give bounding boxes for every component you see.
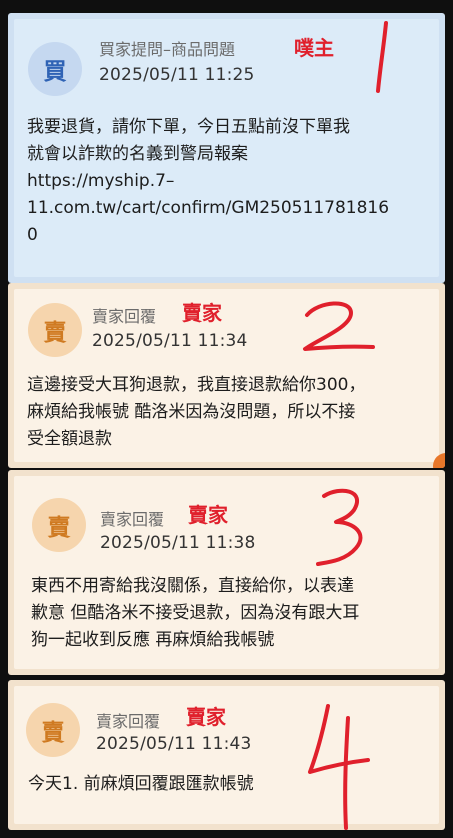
- message-line: 我要退貨，請你下單，今日五點前沒下單我: [27, 117, 350, 137]
- message-line: https://myship.7–: [27, 171, 175, 191]
- handwritten-number-mark: [303, 301, 375, 351]
- message-card-inner: 賣 賣家回覆 賣家 2025/05/11 11:34 這邊接受大耳狗退款，我直接…: [14, 289, 439, 462]
- message-line: 今天1. 前麻煩回覆跟匯款帳號: [28, 774, 254, 794]
- message-line: 麻煩給我帳號 酷洛米因為沒問題，所以不接: [27, 402, 356, 422]
- message-card-inner: 賣 賣家回覆 賣家 2025/05/11 11:38 東西不用寄給我沒關係，直接…: [14, 476, 439, 669]
- message-card-buyer: 買 買家提問–商品問題 噗主 2025/05/11 11:25 我要退貨，請你下…: [8, 13, 445, 283]
- message-role-label: 賣家回覆: [100, 510, 165, 529]
- seller-avatar: 賣: [26, 703, 80, 757]
- seller-avatar: 賣: [28, 303, 82, 357]
- message-text: 今天1. 前麻煩回覆跟匯款帳號: [28, 771, 254, 798]
- message-timestamp: 2025/05/11 11:34: [92, 331, 248, 351]
- message-line: 東西不用寄給我沒關係，直接給你，以表達: [31, 576, 354, 596]
- handwritten-annotation: 噗主: [294, 36, 334, 60]
- handwritten-number-mark: [316, 488, 363, 566]
- message-card-inner: 買 買家提問–商品問題 噗主 2025/05/11 11:25 我要退貨，請你下…: [14, 19, 439, 277]
- message-timestamp: 2025/05/11 11:25: [99, 65, 255, 85]
- message-text: 東西不用寄給我沒關係，直接給你，以表達 歉意 但酷洛米不接受退款，因為沒有跟大耳…: [31, 573, 359, 654]
- message-text: 這邊接受大耳狗退款，我直接退款給你300， 麻煩給我帳號 酷洛米因為沒問題，所以…: [27, 372, 365, 453]
- message-timestamp: 2025/05/11 11:38: [100, 533, 256, 553]
- message-card-inner: 賣 賣家回覆 賣家 2025/05/11 11:43 今天1. 前麻煩回覆跟匯款…: [14, 686, 439, 830]
- message-card-seller: 賣 賣家回覆 賣家 2025/05/11 11:34 這邊接受大耳狗退款，我直接…: [8, 283, 445, 468]
- message-line: 狗一起收到反應 再麻煩給我帳號: [31, 630, 275, 650]
- handwritten-number-mark: [308, 704, 370, 830]
- handwritten-annotation: 賣家: [186, 705, 226, 729]
- message-role-label: 賣家回覆: [96, 712, 161, 731]
- message-line: 受全額退款: [27, 429, 112, 449]
- message-card-seller: 賣 賣家回覆 賣家 2025/05/11 11:38 東西不用寄給我沒關係，直接…: [8, 470, 445, 675]
- message-role-label: 買家提問–商品問題: [99, 40, 236, 59]
- message-line: 歉意 但酷洛米不接受退款，因為沒有跟大耳: [31, 603, 360, 623]
- message-card-seller: 賣 賣家回覆 賣家 2025/05/11 11:43 今天1. 前麻煩回覆跟匯款…: [8, 680, 445, 830]
- seller-avatar: 賣: [32, 498, 86, 552]
- message-line: 11.com.tw/cart/confirm/GM250511781816: [27, 198, 390, 218]
- message-text: 我要退貨，請你下單，今日五點前沒下單我 就會以詐欺的名義到警局報案 https:…: [27, 114, 389, 249]
- handwritten-number-mark: [376, 21, 388, 93]
- message-line: 0: [27, 225, 38, 245]
- message-role-label: 賣家回覆: [92, 307, 157, 326]
- handwritten-annotation: 賣家: [182, 301, 222, 325]
- message-line: 這邊接受大耳狗退款，我直接退款給你300，: [27, 375, 366, 395]
- message-timestamp: 2025/05/11 11:43: [96, 734, 252, 754]
- handwritten-annotation: 賣家: [188, 503, 228, 527]
- message-line: 就會以詐欺的名義到警局報案: [27, 144, 248, 164]
- buyer-avatar: 買: [28, 42, 82, 96]
